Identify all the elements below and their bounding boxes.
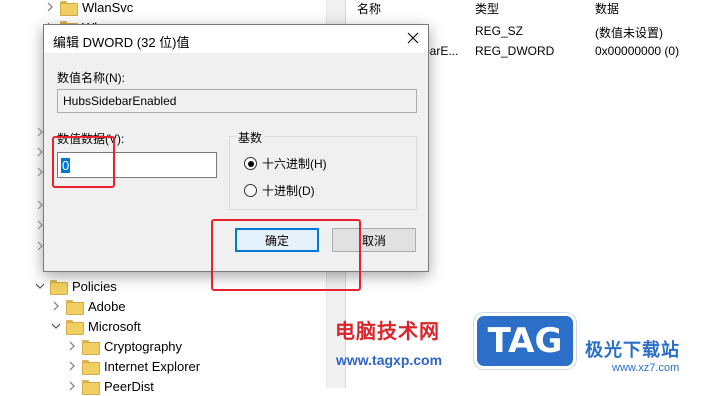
value-name-label: 数值名称(N):	[57, 71, 125, 85]
folder-icon	[66, 299, 84, 315]
radio-label: 十进制(D)	[262, 184, 315, 198]
watermark-url: www.tagxp.com	[336, 352, 443, 368]
tag-logo: TAG	[474, 313, 576, 369]
chevron-right-icon[interactable]	[44, 1, 56, 13]
radio-button[interactable]	[244, 184, 257, 197]
tree-item-label: Cryptography	[104, 338, 183, 354]
tree-item-adobe[interactable]: Adobe	[50, 296, 126, 316]
folder-open-icon	[66, 319, 84, 335]
annotation-highlight-ok-button	[211, 219, 361, 291]
column-header-data[interactable]: 数据	[595, 0, 619, 17]
chevron-right-icon[interactable]	[66, 380, 78, 392]
folder-icon	[82, 359, 100, 375]
chevron-down-icon[interactable]	[34, 280, 46, 292]
tree-item-cryptography[interactable]: Cryptography	[66, 336, 182, 356]
radio-decimal[interactable]: 十进制(D)	[244, 182, 315, 199]
tree-item-label: Microsoft	[88, 318, 141, 334]
tree-item-label: WlanSvc	[82, 0, 134, 15]
folder-open-icon	[50, 279, 68, 295]
tree-item-microsoft[interactable]: Microsoft	[50, 316, 141, 336]
values-list-header: 名称 类型 数据	[347, 0, 707, 20]
folder-icon	[82, 379, 100, 395]
chevron-down-icon[interactable]	[50, 320, 62, 332]
tree-item-label: PeerDist	[104, 378, 154, 394]
chevron-right-icon[interactable]	[66, 360, 78, 372]
tree-item[interactable]: WlanSvc	[44, 0, 133, 17]
tree-item-internet-explorer[interactable]: Internet Explorer	[66, 356, 200, 376]
value-data: 0x00000000 (0)	[595, 44, 680, 58]
radio-button-checked[interactable]	[244, 157, 257, 170]
value-data: (数值未设置)	[595, 26, 663, 40]
tree-item-label: Internet Explorer	[104, 358, 201, 374]
chevron-right-icon[interactable]	[50, 300, 62, 312]
watermark-text: 电脑技术网	[335, 321, 440, 343]
tree-item-peerdist[interactable]: PeerDist	[66, 376, 154, 396]
close-button[interactable]	[398, 25, 428, 53]
value-type: REG_SZ	[475, 24, 524, 38]
radio-label: 十六进制(H)	[262, 157, 327, 171]
base-group-title: 基数	[236, 129, 265, 146]
chevron-right-icon[interactable]	[66, 340, 78, 352]
tree-item-label: Policies	[72, 278, 117, 294]
folder-icon	[82, 339, 100, 355]
tree-item-policies[interactable]: Policies	[34, 276, 117, 296]
site-name: 极光下载站	[585, 340, 680, 360]
annotation-highlight-value-data	[52, 136, 115, 188]
folder-icon	[60, 0, 78, 16]
column-header-type[interactable]: 类型	[475, 0, 499, 17]
column-header-name[interactable]: 名称	[357, 0, 381, 17]
tree-item-label: Adobe	[88, 298, 126, 314]
value-type: REG_DWORD	[475, 44, 555, 58]
dialog-title: 编辑 DWORD (32 位)值	[53, 35, 190, 50]
close-icon	[407, 32, 419, 47]
value-name-field: HubsSidebarEnabled	[57, 89, 417, 113]
site-url: www.xz7.com	[612, 362, 680, 374]
radio-hexadecimal[interactable]: 十六进制(H)	[244, 155, 327, 172]
dialog-title-bar[interactable]: 编辑 DWORD (32 位)值	[44, 25, 428, 53]
